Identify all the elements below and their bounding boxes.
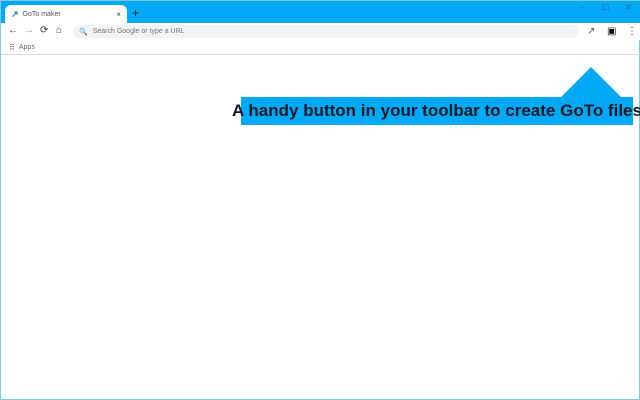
apps-bookmark[interactable]: Apps bbox=[19, 44, 35, 51]
title-bar: ↗ GoTo maker × + – ☐ ✕ bbox=[1, 1, 640, 23]
menu-button[interactable]: ⋮ bbox=[627, 26, 637, 37]
profile-button[interactable]: ▣ bbox=[607, 26, 616, 37]
back-button[interactable]: ← bbox=[8, 25, 18, 36]
forward-button[interactable]: → bbox=[24, 25, 34, 36]
callout-pointer bbox=[561, 67, 621, 97]
bookmarks-bar: ⠿ Apps bbox=[1, 40, 640, 55]
home-button[interactable]: ⌂ bbox=[56, 25, 62, 36]
goto-extension-button[interactable]: ↗ bbox=[587, 26, 595, 37]
tab-close-icon[interactable]: × bbox=[116, 10, 121, 19]
maximize-button[interactable]: ☐ bbox=[602, 3, 609, 12]
favicon-icon: ↗ bbox=[11, 8, 19, 19]
apps-grid-icon: ⠿ bbox=[9, 42, 15, 52]
callout-banner: A handy button in your toolbar to create… bbox=[232, 97, 640, 125]
omnibox[interactable]: 🔍 Search Google or type a URL bbox=[73, 25, 579, 38]
close-window-button[interactable]: ✕ bbox=[625, 3, 632, 12]
reload-button[interactable]: ⟳ bbox=[40, 25, 48, 36]
new-tab-button[interactable]: + bbox=[132, 6, 139, 20]
search-icon: 🔍 bbox=[79, 28, 88, 36]
minimize-button[interactable]: – bbox=[579, 3, 583, 12]
omnibox-placeholder: Search Google or type a URL bbox=[92, 28, 185, 35]
tab-title: GoTo maker bbox=[22, 10, 61, 18]
tab-goto-maker[interactable]: ↗ GoTo maker × bbox=[5, 5, 127, 23]
callout-text: A handy button in your toolbar to create… bbox=[232, 101, 640, 120]
